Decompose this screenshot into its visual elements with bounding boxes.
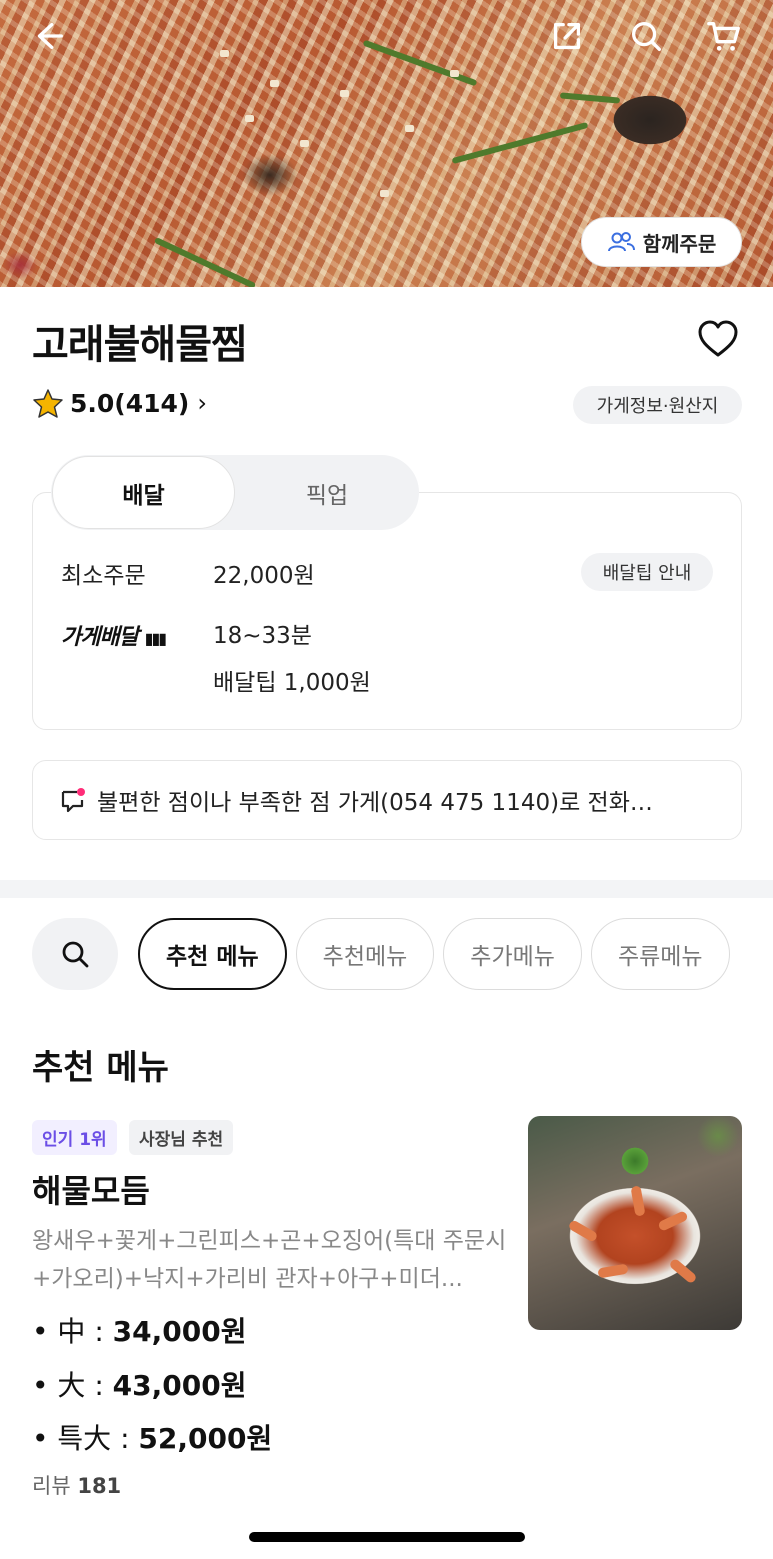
herb-decor: [362, 39, 478, 87]
nut-decor: [450, 70, 459, 77]
search-icon: [631, 21, 661, 51]
store-delivery-label: 가게배달 ▮▮▮: [61, 619, 167, 651]
section-divider: [0, 880, 773, 898]
price-value: 52,000원: [138, 1422, 273, 1455]
back-arrow-icon: [37, 22, 63, 50]
nut-decor: [300, 140, 309, 147]
star-icon: [33, 389, 63, 418]
tab-recommended-menu[interactable]: 추천 메뉴: [138, 918, 287, 990]
price-extra-large: • 특大 : 52,000원: [32, 1417, 272, 1457]
popular-badge: 인기 1위: [32, 1120, 117, 1155]
notice-text: 불편한 점이나 부족한 점 가게(054 475 1140)로 전화…: [97, 790, 653, 816]
tab-pickup[interactable]: 픽업: [235, 455, 419, 530]
menu-item-image[interactable]: [528, 1116, 742, 1330]
menu-item-description: 왕새우+꽃게+그린피스+곤+오징어(특대 주문시 +가오리)+낙지+가리비 관자…: [32, 1228, 507, 1292]
chevron-right-icon: ›: [197, 389, 207, 417]
order-type-toggle: 배달 픽업: [51, 455, 419, 530]
favorite-button[interactable]: [696, 318, 740, 362]
store-name: 고래불해물찜: [32, 322, 248, 368]
store-hero-image: 함께주문: [0, 0, 773, 287]
review-number: 181: [77, 1474, 122, 1498]
delivery-tip-guide-button[interactable]: 배달팁 안내: [581, 553, 713, 591]
rating-link[interactable]: 5.0(414) ›: [32, 388, 207, 418]
seafood-decor: [597, 1263, 629, 1279]
delivery-tip: 배달팁 1,000원: [213, 670, 371, 696]
tab-delivery[interactable]: 배달: [52, 456, 235, 529]
min-order-value: 22,000원: [213, 563, 315, 589]
speed-icon: ▮▮▮: [144, 629, 167, 648]
store-delivery-text: 가게배달: [61, 625, 139, 650]
people-icon: [607, 232, 635, 252]
owner-pick-badge: 사장님 추천: [129, 1120, 234, 1155]
home-indicator[interactable]: [249, 1532, 525, 1542]
menu-category-tabs: 추천 메뉴 추천메뉴 추가메뉴 주류메뉴: [32, 918, 730, 990]
nut-decor: [405, 125, 414, 132]
price-value: 43,000원: [112, 1369, 247, 1402]
store-info-button[interactable]: 가게정보·원산지: [573, 386, 742, 424]
tab-drinks-menu[interactable]: 주류메뉴: [590, 918, 730, 990]
herb-decor: [153, 237, 257, 287]
back-button[interactable]: [26, 14, 70, 58]
menu-item-name[interactable]: 해물모듬: [32, 1166, 150, 1212]
price-large: • 大 : 43,000원: [32, 1364, 246, 1404]
price-size-label: • 특大 :: [32, 1422, 139, 1455]
price-value: 34,000원: [112, 1315, 247, 1348]
price-size-label: • 大 :: [32, 1369, 113, 1402]
with-order-button[interactable]: 함께주문: [581, 217, 742, 267]
seafood-decor: [668, 1257, 698, 1285]
herb-decor: [451, 121, 589, 165]
chat-notice-icon: [61, 788, 85, 813]
nut-decor: [380, 190, 389, 197]
nut-decor: [340, 90, 349, 97]
seafood-decor: [657, 1210, 689, 1232]
store-notice[interactable]: 불편한 점이나 부족한 점 가게(054 475 1140)로 전화…: [32, 760, 742, 840]
nut-decor: [220, 50, 229, 57]
seafood-decor: [630, 1185, 646, 1217]
nut-decor: [245, 115, 254, 122]
review-label: 리뷰: [32, 1474, 71, 1498]
price-size-label: • 中 :: [32, 1315, 113, 1348]
price-medium: • 中 : 34,000원: [32, 1310, 246, 1350]
search-icon: [62, 941, 89, 968]
rating-value: 5.0(414): [70, 388, 190, 418]
heart-icon: [698, 320, 738, 357]
section-title: 추천 메뉴: [32, 1048, 169, 1088]
nut-decor: [270, 80, 279, 87]
delivery-time: 18~33분: [213, 623, 312, 649]
seafood-decor: [567, 1219, 599, 1243]
review-count: 리뷰 181: [32, 1470, 121, 1500]
tab-recommended-menu-2[interactable]: 추천메뉴: [295, 918, 435, 990]
with-order-label: 함께주문: [642, 231, 717, 256]
search-button[interactable]: [624, 14, 668, 58]
cart-icon: [707, 21, 740, 51]
herb-decor: [559, 92, 621, 104]
menu-search-button[interactable]: [32, 918, 118, 990]
tab-extra-menu[interactable]: 추가메뉴: [443, 918, 582, 990]
min-order-label: 최소주문: [61, 563, 146, 589]
share-button[interactable]: [545, 14, 589, 58]
cart-button[interactable]: [702, 14, 746, 58]
share-icon: [553, 22, 581, 50]
